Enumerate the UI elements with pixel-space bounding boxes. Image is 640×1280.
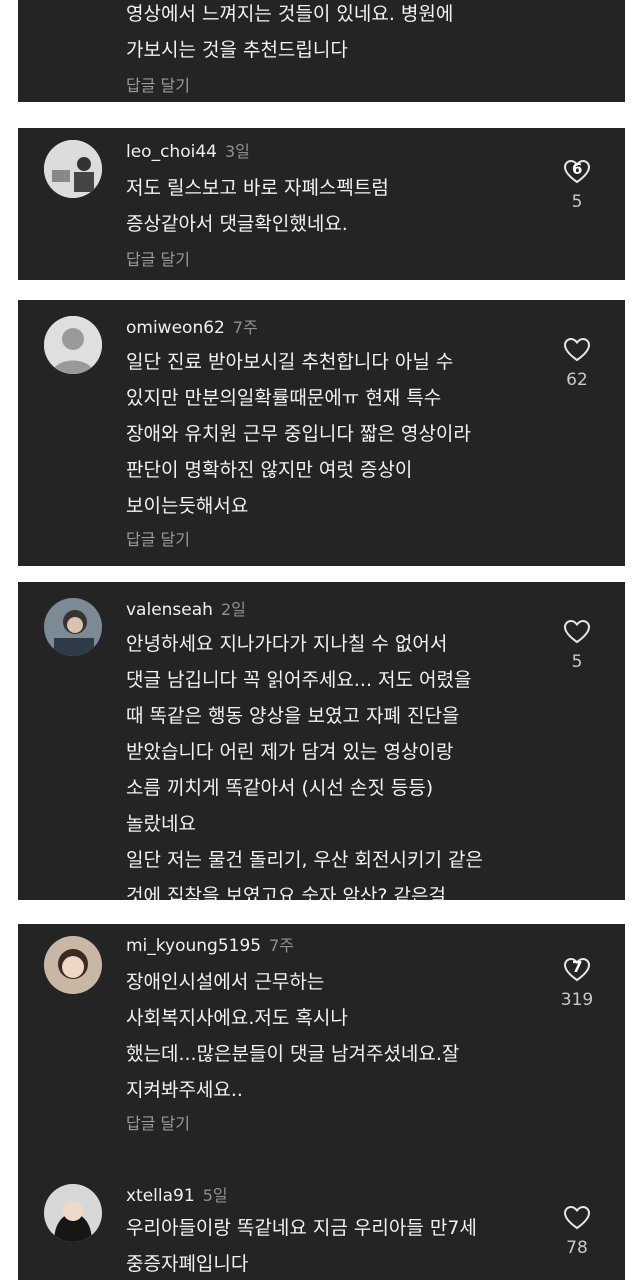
comment-text: 일단 진료 받아보시길 추천합니다 아닐 수 있지만 만분의일확률때문에ㅠ 현재… [126,351,471,517]
comment-text: 안녕하세요 지나가다가 지나칠 수 없어서 댓글 남깁니다 꼭 읽어주세요...… [126,633,483,900]
heart-icon [564,620,590,644]
avatar[interactable] [44,140,102,198]
comment-panel: omiweon62 7주 일단 진료 받아보시길 추천합니다 아닐 수 있지만 만… [18,300,625,566]
username[interactable]: omiweon62 [126,318,225,338]
comment-text: 영상에서 느껴지는 것들이 있네요. 병원에 가보시는 것을 추천드립니다 [126,3,454,61]
comment-header: xtella91 5일 [126,1182,228,1206]
avatar[interactable] [44,1184,102,1242]
heart-icon [564,338,590,362]
comment-panel-top: 영상에서 느껴지는 것들이 있네요. 병원에 가보시는 것을 추천드립니다 답글… [18,0,625,102]
like-button[interactable]: 6 5 [558,160,596,212]
username[interactable]: xtella91 [126,1186,195,1206]
like-button[interactable]: 62 [558,338,596,390]
comment-header: leo_choi44 3일 [126,138,250,162]
comment-panel: valenseah 2일 안녕하세요 지나가다가 지나칠 수 없어서 댓글 남깁니… [18,582,625,900]
like-count: 5 [571,652,583,672]
like-count: 62 [566,370,588,390]
reply-button[interactable]: 답글 달기 [126,246,190,270]
badge: 7 [572,958,583,976]
comment-header: mi_kyoung5195 7주 [126,932,294,956]
avatar[interactable] [44,316,102,374]
timestamp: 2일 [220,600,246,619]
username[interactable]: valenseah [126,600,213,620]
comment-panel: xtella91 5일 우리아들이랑 똑같네요 지금 우리아들 만7세 중증자폐입… [18,1164,625,1280]
like-count: 78 [566,1238,588,1258]
reply-button[interactable]: 답글 달기 [126,72,190,96]
avatar[interactable] [44,598,102,656]
badge: 6 [572,160,583,178]
like-button[interactable]: 78 [558,1206,596,1258]
username[interactable]: leo_choi44 [126,142,217,162]
timestamp: 3일 [224,142,250,161]
timestamp: 5일 [202,1186,228,1205]
comment-text: 저도 릴스보고 바로 자폐스펙트럼 증상같아서 댓글확인했네요. [126,177,389,235]
heart-icon [564,1206,590,1230]
comment-panel: leo_choi44 3일 저도 릴스보고 바로 자폐스펙트럼 증상같아서 댓글확… [18,128,625,280]
avatar[interactable] [44,936,102,994]
timestamp: 7주 [232,318,258,337]
comment-text: 장애인시설에서 근무하는 사회복지사에요.저도 혹시나 했는데...많은분들이 … [126,971,460,1101]
like-button[interactable]: 5 [558,620,596,672]
reply-button[interactable]: 답글 달기 [126,526,190,550]
like-count: 5 [571,192,583,212]
like-button[interactable]: 7 319 [558,958,596,1010]
comment-header: valenseah 2일 [126,596,246,620]
comment-text: 우리아들이랑 똑같네요 지금 우리아들 만7세 중증자폐입니다 [126,1217,477,1275]
comment-panel: mi_kyoung5195 7주 장애인시설에서 근무하는 사회복지사에요.저도 … [18,924,625,1164]
comment-header: omiweon62 7주 [126,314,258,338]
username[interactable]: mi_kyoung5195 [126,936,261,956]
like-count: 319 [560,990,594,1010]
reply-button[interactable]: 답글 달기 [126,1110,190,1134]
timestamp: 7주 [269,936,294,955]
